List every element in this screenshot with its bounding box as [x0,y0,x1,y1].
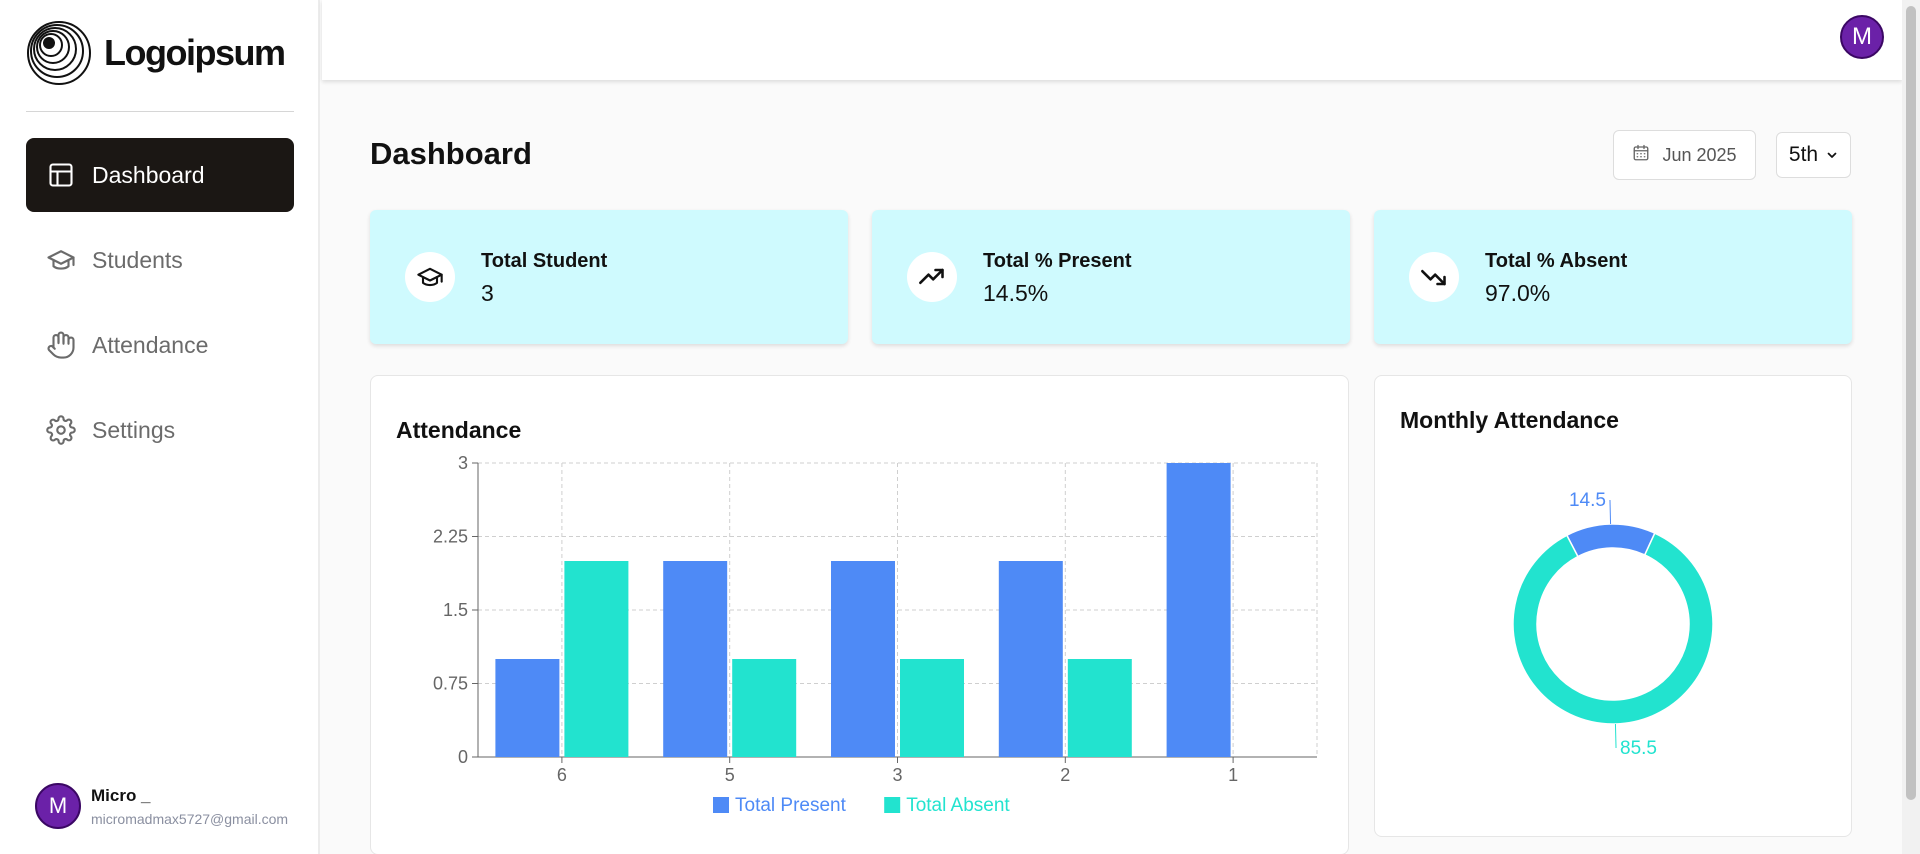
sidebar-nav: Dashboard Students Attendance Settings [26,138,294,478]
stat-label: Total Student [481,250,608,272]
bar-present[interactable] [495,659,560,757]
sidebar-item-label: Attendance [92,331,209,358]
donut-slice[interactable] [1565,523,1656,558]
sidebar-item-label: Students [92,246,183,273]
graduation-cap-icon [46,245,76,275]
bar-present[interactable] [831,561,895,757]
sidebar: Logoipsum Dashboard Students Attendance … [0,0,320,854]
gear-icon [46,415,76,445]
day-select-value: 5th [1788,143,1819,166]
x-tick-label: 3 [892,765,902,785]
user-email: micromadmax5727@gmail.com [91,810,289,827]
sidebar-item-label: Dashboard [92,161,205,188]
y-tick-label: 0 [458,747,468,767]
legend-label[interactable]: Total Absent [906,795,1010,816]
month-picker-value: Jun 2025 [1662,144,1737,165]
slice-label: 14.5 [1569,490,1606,511]
stat-value: 14.5% [983,280,1049,306]
trending-down-icon [1409,252,1459,302]
y-tick-label: 0.75 [433,674,468,694]
legend-swatch [713,797,729,813]
page-title: Dashboard [370,136,532,171]
y-tick-label: 2.25 [433,527,468,547]
slice-leader-line [1614,723,1617,748]
chevron-down-icon [1826,143,1838,167]
top-header: M [322,0,1902,80]
y-tick-label: 1.5 [443,600,468,620]
attendance-bar-chart: 0 0.75 1.5 2.25 3 6 5 3 2 1 Total Present Total Abs… [433,453,1318,816]
logo-mark-icon [27,21,91,85]
legend-label[interactable]: Total Present [735,795,847,816]
user-name: Micro _ [91,785,151,805]
stat-label: Total % Absent [1485,250,1628,272]
day-select[interactable]: 5th [1776,132,1851,178]
sidebar-item-students[interactable]: Students [26,223,294,297]
stat-card-total-student: Total Student 3 [370,210,848,344]
trending-up-icon [907,252,957,302]
scrollbar-thumb[interactable] [1906,6,1916,800]
calendar-icon [1632,144,1650,167]
stat-card-total-present: Total % Present 14.5% [872,210,1350,344]
user-info: Micro _ micromadmax5727@gmail.com [91,786,288,827]
sidebar-item-dashboard[interactable]: Dashboard [26,138,294,212]
x-tick-label: 6 [557,765,567,785]
stat-card-total-absent: Total % Absent 97.0% [1374,210,1852,344]
graduation-cap-icon [405,252,455,302]
donut-slice[interactable] [1512,532,1714,725]
header-avatar[interactable]: M [1840,15,1884,59]
bar-absent[interactable] [1067,659,1132,757]
bar-present[interactable] [1166,463,1231,757]
y-tick-label: 3 [458,453,468,473]
hand-icon [46,330,76,360]
stat-value: 3 [481,280,494,306]
sidebar-item-attendance[interactable]: Attendance [26,308,294,382]
sidebar-item-settings[interactable]: Settings [26,393,294,467]
stat-label: Total % Present [983,250,1132,272]
x-tick-label: 1 [1228,765,1238,785]
legend-swatch [884,797,901,813]
brand-name: Logoipsum [104,32,286,73]
monthly-attendance-panel: Monthly Attendance 14.5 85.5 [1374,375,1852,837]
bar-absent[interactable] [900,659,964,757]
bar-absent[interactable] [564,561,629,757]
avatar[interactable]: M [35,783,81,829]
bar-absent[interactable] [732,659,797,757]
bar-present[interactable] [663,561,728,757]
brand-logo[interactable]: Logoipsum [26,20,286,86]
monthly-attendance-donut-chart: 14.5 85.5 [1512,490,1714,759]
dashboard-layout-icon [46,160,76,190]
bar-present[interactable] [998,561,1063,757]
slice-leader-line [1609,500,1612,525]
sidebar-item-label: Settings [92,416,176,443]
sidebar-divider [26,111,294,112]
stat-value: 97.0% [1485,280,1551,306]
user-profile[interactable]: M Micro _ micromadmax5727@gmail.com [35,783,288,829]
attendance-chart-panel: Attendance 0 0.75 1.5 2.25 3 6 5 3 2 1 Total Prese… [370,375,1349,854]
month-picker[interactable]: Jun 2025 [1613,130,1756,180]
x-tick-label: 5 [725,765,735,785]
vertical-scrollbar[interactable] [1902,0,1920,854]
x-tick-label: 2 [1060,765,1070,785]
slice-label: 85.5 [1620,738,1657,759]
